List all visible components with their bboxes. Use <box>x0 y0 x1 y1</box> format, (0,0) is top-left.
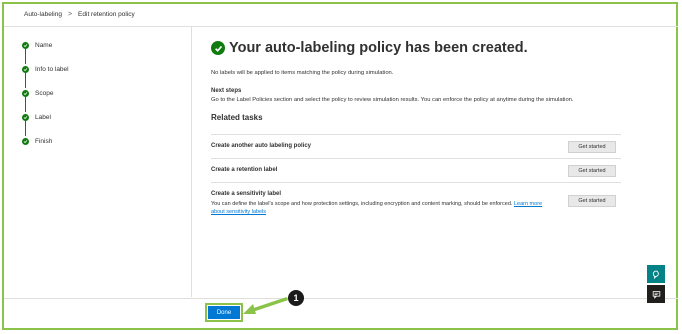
step-label: Name <box>35 42 53 49</box>
step-connector <box>25 47 26 64</box>
step-label: Label <box>35 114 51 121</box>
footer-divider <box>4 298 678 299</box>
get-started-button[interactable]: Get started <box>568 165 616 177</box>
step-label: Info to label <box>35 66 69 73</box>
step-connector <box>25 95 26 112</box>
next-steps-heading: Next steps <box>211 88 242 94</box>
chat-bubble-button[interactable] <box>647 265 665 283</box>
header-divider <box>4 26 678 27</box>
step-connector <box>25 119 26 136</box>
simulation-note: No labels will be applied to items match… <box>211 70 394 76</box>
step-name[interactable]: Name <box>22 42 52 49</box>
task-row: Create another auto labeling policy Get … <box>211 134 621 158</box>
task-row: Create a retention label Get started <box>211 158 621 182</box>
get-started-button[interactable]: Get started <box>568 141 616 153</box>
task-title: Create another auto labeling policy <box>211 143 312 149</box>
breadcrumb-item-auto-labeling[interactable]: Auto-labeling <box>24 11 62 18</box>
page-title: Your auto-labeling policy has been creat… <box>211 40 621 56</box>
check-circle-icon <box>22 42 29 49</box>
chat-bubble-icon <box>652 270 659 279</box>
panel-divider <box>191 27 192 297</box>
breadcrumb-separator: > <box>67 11 73 18</box>
breadcrumb-item-edit-retention-policy: Edit retention policy <box>78 11 135 18</box>
done-highlight: Done <box>205 303 243 322</box>
success-check-icon <box>211 41 225 55</box>
task-title: Create a sensitivity label <box>211 191 282 197</box>
feedback-icon <box>652 290 660 299</box>
title-text: Your auto-labeling policy has been creat… <box>229 40 528 56</box>
done-button[interactable]: Done <box>208 306 240 319</box>
task-row: Create a sensitivity label You can defin… <box>211 182 621 220</box>
step-label[interactable]: Label <box>22 114 51 121</box>
task-description: You can define the label's scope and how… <box>211 200 556 216</box>
check-circle-icon <box>22 138 29 145</box>
next-steps-text: Go to the Label Policies section and sel… <box>211 97 574 103</box>
step-info-to-label[interactable]: Info to label <box>22 66 69 73</box>
task-description-text: You can define the label's scope and how… <box>211 201 513 207</box>
task-title: Create a retention label <box>211 167 278 173</box>
main-content: Your auto-labeling policy has been creat… <box>211 40 621 215</box>
check-circle-icon <box>22 66 29 73</box>
step-scope[interactable]: Scope <box>22 90 53 97</box>
step-connector <box>25 71 26 88</box>
related-tasks-heading: Related tasks <box>211 113 263 122</box>
breadcrumb: Auto-labeling > Edit retention policy <box>24 11 135 18</box>
check-circle-icon <box>22 114 29 121</box>
step-label: Finish <box>35 138 53 145</box>
check-circle-icon <box>22 90 29 97</box>
step-label: Scope <box>35 90 54 97</box>
get-started-button[interactable]: Get started <box>568 195 616 207</box>
feedback-button[interactable] <box>647 285 665 303</box>
step-number-badge: 1 <box>288 290 304 306</box>
annotation-arrow-icon <box>243 297 288 314</box>
step-finish[interactable]: Finish <box>22 138 52 145</box>
